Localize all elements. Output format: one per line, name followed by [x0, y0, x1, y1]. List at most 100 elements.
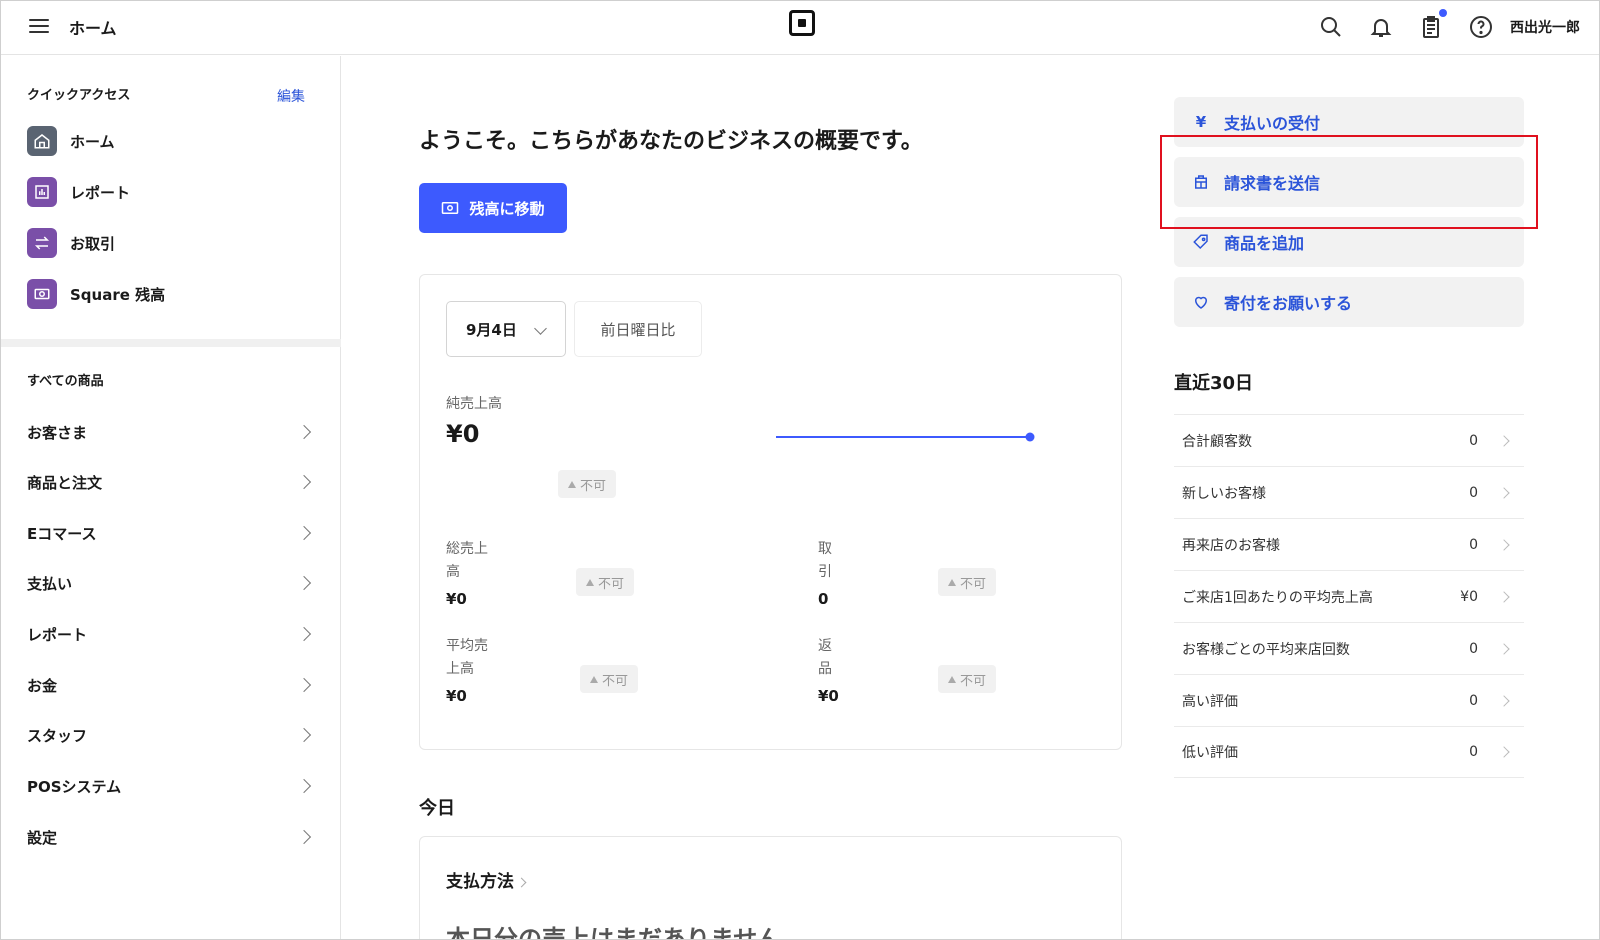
stat-label: ご来店1回あたりの平均売上高 [1182, 589, 1373, 606]
swap-arrows-icon [27, 228, 57, 258]
sidebar-item-money[interactable]: お金 [27, 670, 317, 700]
top-bar: ホーム 西出光一郎 [1, 1, 1599, 55]
yen-icon: ¥ [1195, 113, 1207, 131]
returns-value: ¥0 [818, 687, 839, 705]
square-logo-icon[interactable] [789, 10, 815, 36]
stat-row-total-customers[interactable]: 合計顧客数 0 [1174, 414, 1524, 466]
date-select[interactable]: 9月4日 [446, 301, 566, 357]
menu-icon[interactable] [27, 15, 51, 39]
gross-sales-label-line1: 総売上 [446, 541, 488, 557]
stat-row-avg-sales-per-visit[interactable]: ご来店1回あたりの平均売上高 ¥0 [1174, 570, 1524, 622]
quick-item-label: ホーム [70, 132, 115, 151]
sales-summary-card: 9月4日 前日曜日比 純売上高 ¥0 不可 総売上高 ¥0 不可 取引 0 不可… [419, 274, 1122, 750]
quick-item-square-balance[interactable]: Square 残高 [27, 278, 317, 310]
quick-item-transactions[interactable]: お取引 [27, 227, 317, 259]
avg-sales-value: ¥0 [446, 687, 467, 705]
chevron-right-icon [296, 829, 312, 845]
badge-text: 不可 [598, 576, 625, 592]
sidebar-item-reports[interactable]: レポート [27, 619, 317, 649]
stat-row-returning-customers[interactable]: 再来店のお客様 0 [1174, 518, 1524, 570]
quick-access-heading: クイックアクセス [27, 88, 131, 103]
transactions-value: 0 [818, 590, 829, 608]
highlight-box [1160, 135, 1538, 229]
stat-label: 低い評価 [1182, 745, 1238, 761]
cash-icon [27, 279, 57, 309]
chevron-right-icon [296, 424, 312, 440]
date-select-value: 9月4日 [466, 320, 517, 339]
sidebar-item-payments[interactable]: 支払い [27, 568, 317, 598]
gross-sales-value: ¥0 [446, 590, 467, 608]
badge-text: 不可 [960, 673, 987, 689]
help-icon[interactable] [1469, 15, 1493, 39]
recent-30-days-heading: 直近30日 [1174, 373, 1254, 394]
stat-label: 再来店のお客様 [1182, 537, 1280, 554]
stat-row-new-customers[interactable]: 新しいお客様 0 [1174, 466, 1524, 518]
sidebar-item-items-orders[interactable]: 商品と注文 [27, 467, 317, 497]
request-donation-button[interactable]: 寄付をお願いする [1174, 277, 1524, 327]
compare-button[interactable]: 前日曜日比 [574, 301, 702, 357]
bell-icon[interactable] [1369, 15, 1393, 39]
sidebar-item-pos[interactable]: POSシステム [27, 771, 317, 801]
triangle-up-icon [948, 675, 956, 683]
action-label: 支払いの受付 [1224, 114, 1321, 133]
chevron-right-icon [296, 525, 312, 541]
stat-value: ¥0 [1460, 588, 1478, 605]
sidebar-item-customers[interactable]: お客さま [27, 417, 317, 447]
quick-item-label: お取引 [70, 234, 116, 253]
stat-label: 新しいお客様 [1182, 485, 1266, 502]
today-heading: 今日 [419, 798, 455, 819]
search-icon[interactable] [1319, 15, 1343, 39]
notification-dot [1439, 9, 1447, 17]
stat-row-high-ratings[interactable]: 高い評価 0 [1174, 674, 1524, 726]
today-card: 支払方法 本日分の売上はまだありません [419, 836, 1122, 939]
payment-method-label: 支払方法 [446, 872, 514, 892]
chevron-right-icon [1498, 538, 1510, 551]
sidebar-item-ecommerce[interactable]: Eコマース [27, 518, 317, 548]
go-to-balance-label: 残高に移動 [469, 199, 545, 218]
triangle-up-icon [590, 675, 598, 683]
chevron-right-icon [296, 727, 312, 743]
badge-text: 不可 [960, 576, 987, 592]
gross-sales-label-line2: 高 [446, 564, 460, 580]
triangle-up-icon [568, 480, 576, 488]
sidebar-item-label: お客さま [27, 423, 88, 442]
quick-item-label: レポート [70, 183, 131, 202]
net-sales-label: 純売上高 [446, 396, 502, 412]
go-to-balance-button[interactable]: 残高に移動 [419, 183, 567, 233]
welcome-heading: ようこそ。こちらがあなたのビジネスの概要です。 [419, 129, 923, 154]
page-title: ホーム [69, 19, 117, 38]
stat-value: 0 [1469, 536, 1478, 553]
sidebar-item-label: お金 [27, 676, 58, 695]
stat-row-avg-visits[interactable]: お客様ごとの平均来店回数 0 [1174, 622, 1524, 674]
user-name[interactable]: 西出光一郎 [1510, 17, 1580, 37]
sidebar-item-label: 支払い [27, 574, 73, 593]
action-label: 商品を追加 [1224, 234, 1305, 253]
quick-item-reports[interactable]: レポート [27, 176, 317, 208]
triangle-up-icon [948, 578, 956, 586]
stat-value: 0 [1469, 692, 1478, 709]
returns-label: 返品 [818, 635, 832, 681]
edit-quick-access-link[interactable]: 編集 [277, 86, 305, 106]
quick-item-home[interactable]: ホーム [27, 125, 317, 157]
sidebar-item-label: POSシステム [27, 777, 122, 796]
net-sales-change-badge: 不可 [558, 470, 617, 498]
stat-row-low-ratings[interactable]: 低い評価 0 [1174, 726, 1524, 778]
heart-icon [1192, 293, 1210, 311]
payment-method-link[interactable]: 支払方法 [446, 867, 527, 892]
net-sales-sparkline [776, 432, 1035, 442]
sidebar-item-label: Eコマース [27, 524, 97, 543]
app-window: ホーム 西出光一郎 クイックアクセス 編集 ホーム レポート お取引 Squar… [0, 0, 1600, 940]
transactions-label: 取引 [818, 538, 832, 584]
returns-label-line2: 品 [818, 661, 832, 677]
stat-label: 高い評価 [1182, 693, 1238, 710]
sidebar-item-staff[interactable]: スタッフ [27, 720, 317, 750]
transactions-label-line1: 取 [818, 541, 832, 557]
gross-sales-change-badge: 不可 [576, 568, 635, 596]
sidebar-item-label: レポート [27, 625, 88, 644]
sidebar-item-label: スタッフ [27, 726, 88, 745]
returns-label-line1: 返 [818, 638, 832, 654]
chevron-right-icon [296, 474, 312, 490]
sidebar-item-settings[interactable]: 設定 [27, 822, 317, 852]
stat-value: 0 [1469, 484, 1478, 501]
clipboard-icon[interactable] [1419, 9, 1447, 39]
